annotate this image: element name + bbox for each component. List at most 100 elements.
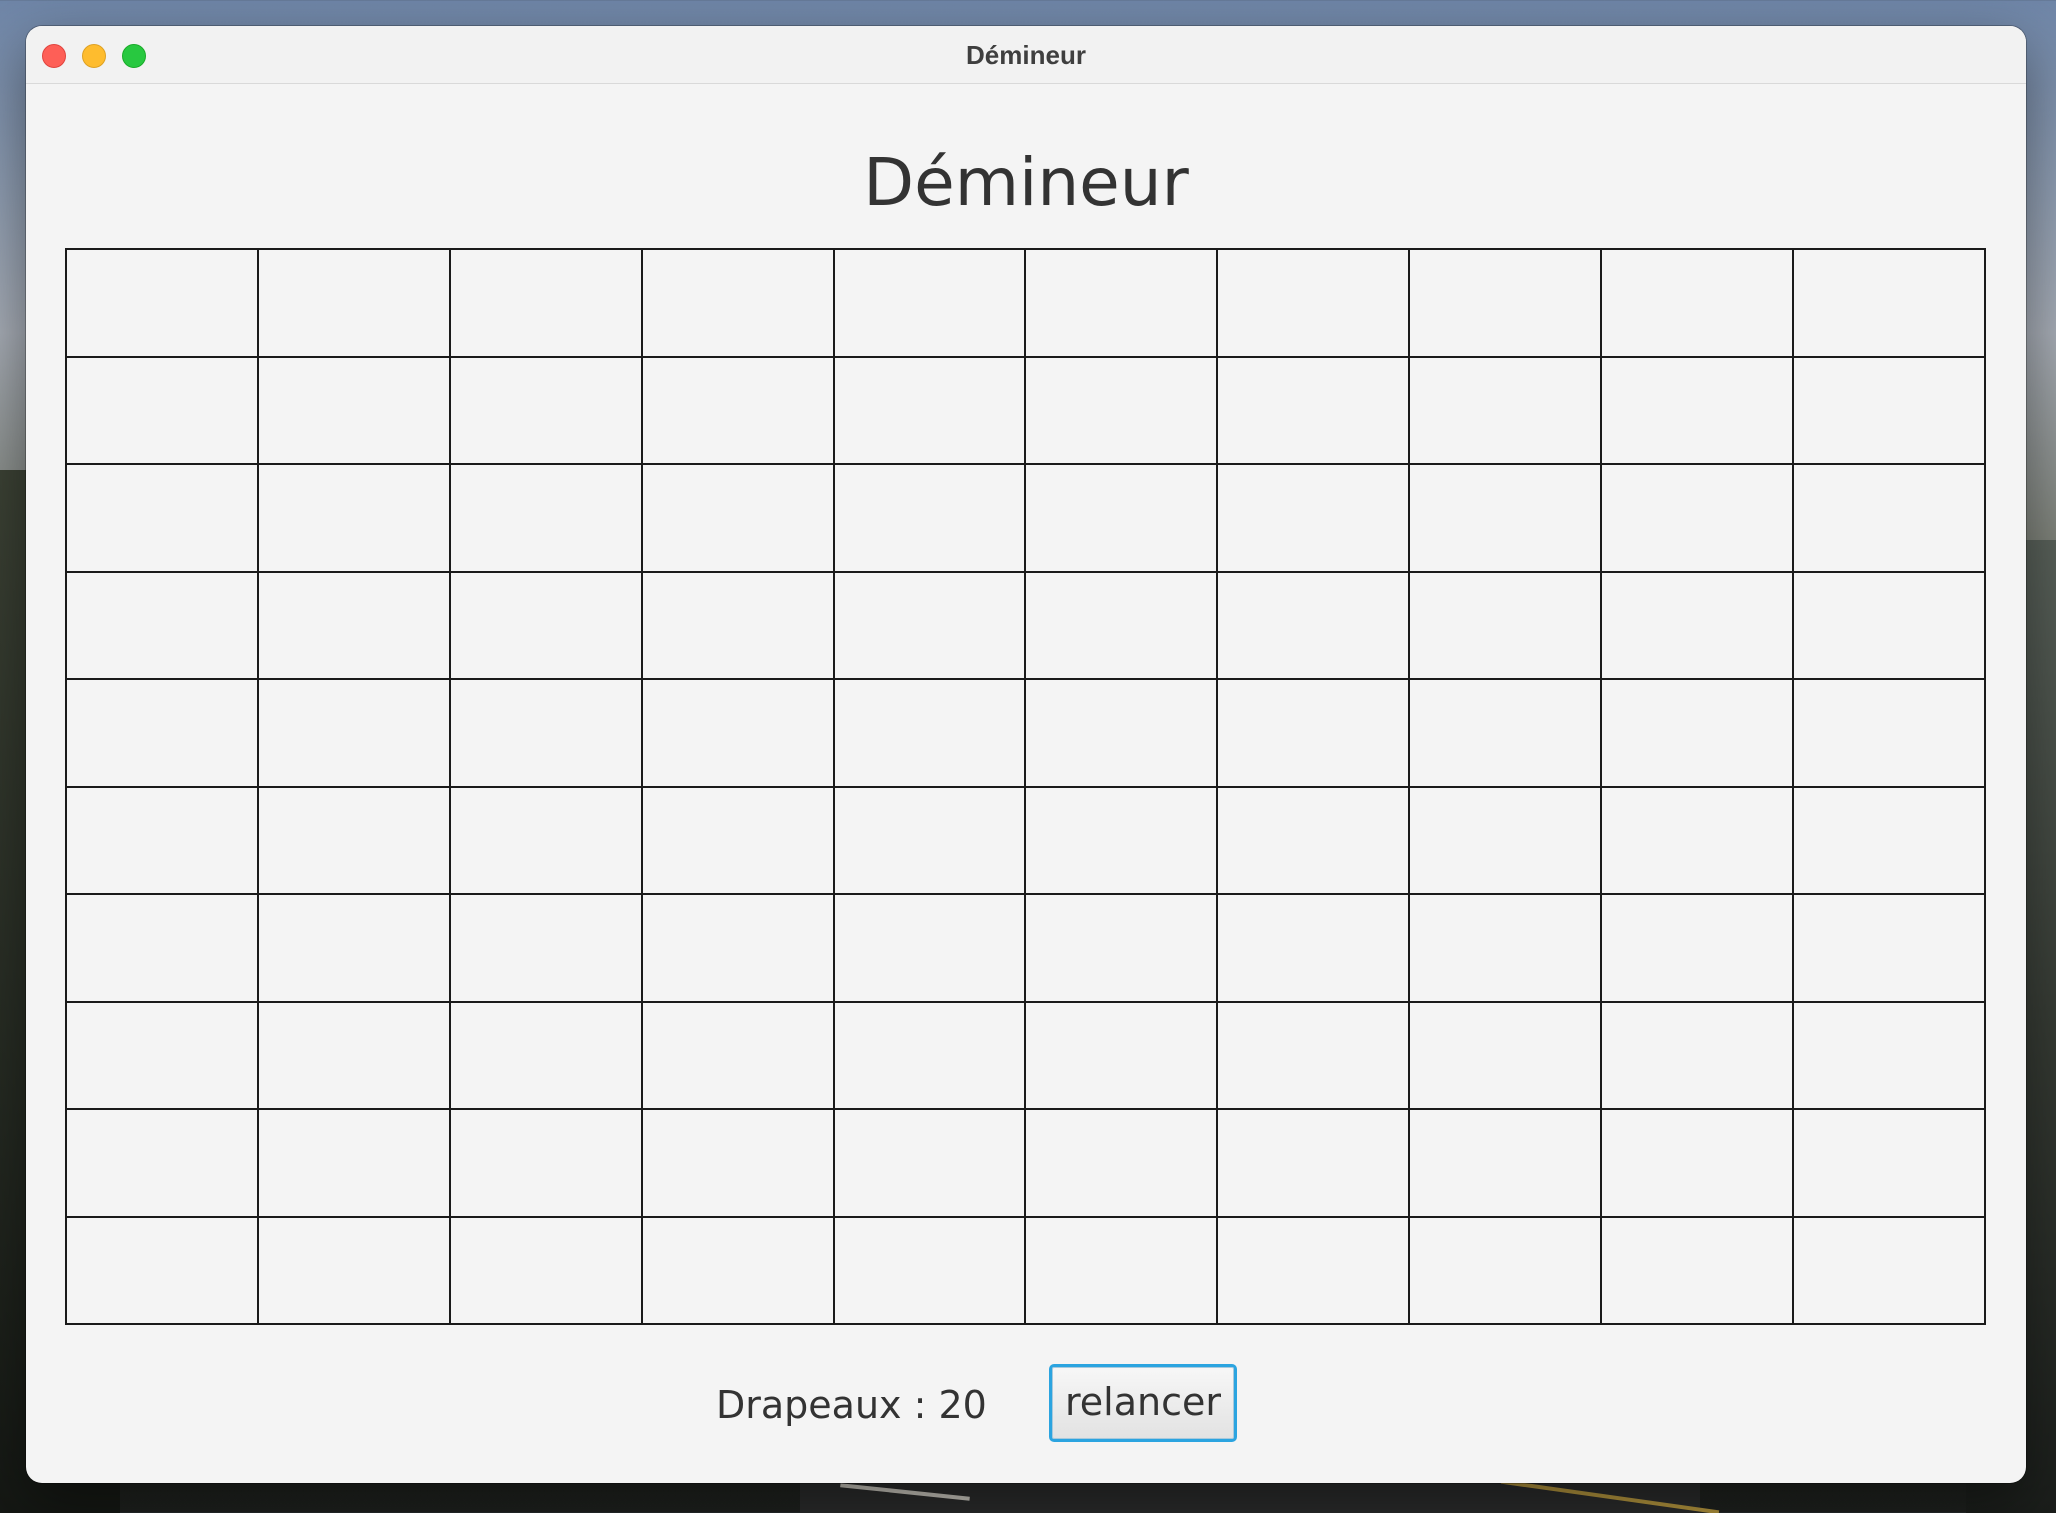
board-cell[interactable] [1602, 1002, 1795, 1110]
board-cell[interactable] [1602, 680, 1795, 788]
board-cell[interactable] [642, 1002, 835, 1110]
board-cell[interactable] [450, 357, 643, 465]
board-cell[interactable] [258, 357, 451, 465]
board-cell[interactable] [1218, 465, 1411, 573]
board-cell[interactable] [1218, 680, 1411, 788]
title-bar[interactable]: Démineur [26, 26, 2026, 84]
board-cell[interactable] [258, 572, 451, 680]
board-cell[interactable] [1410, 1002, 1603, 1110]
board-cell[interactable] [1794, 1217, 1986, 1325]
board-cell[interactable] [1410, 250, 1603, 358]
board-cell[interactable] [1602, 357, 1795, 465]
board-cell[interactable] [1026, 680, 1219, 788]
board-cell[interactable] [642, 680, 835, 788]
board-cell[interactable] [834, 250, 1027, 358]
board-cell[interactable] [1026, 465, 1219, 573]
board-cell[interactable] [258, 1110, 451, 1218]
board-cell[interactable] [1026, 895, 1219, 1003]
board-cell[interactable] [1794, 250, 1986, 358]
board-cell[interactable] [450, 1110, 643, 1218]
restart-button[interactable]: relancer [1049, 1364, 1237, 1442]
board-cell[interactable] [450, 250, 643, 358]
board-cell[interactable] [834, 572, 1027, 680]
board-cell[interactable] [450, 787, 643, 895]
board-cell[interactable] [1026, 572, 1219, 680]
board-cell[interactable] [834, 680, 1027, 788]
board-cell[interactable] [834, 465, 1027, 573]
board-cell[interactable] [834, 787, 1027, 895]
board-cell[interactable] [67, 895, 259, 1003]
board-cell[interactable] [1410, 465, 1603, 573]
board-cell[interactable] [1602, 465, 1795, 573]
board-cell[interactable] [450, 465, 643, 573]
board-cell[interactable] [1410, 572, 1603, 680]
board-cell[interactable] [1794, 1002, 1986, 1110]
board-cell[interactable] [1026, 1110, 1219, 1218]
board-cell[interactable] [642, 465, 835, 573]
board-cell[interactable] [834, 895, 1027, 1003]
board-cell[interactable] [258, 1217, 451, 1325]
board-cell[interactable] [1794, 895, 1986, 1003]
board-cell[interactable] [1794, 357, 1986, 465]
board-cell[interactable] [1026, 1217, 1219, 1325]
board-cell[interactable] [1410, 680, 1603, 788]
board-cell[interactable] [642, 357, 835, 465]
board-cell[interactable] [258, 787, 451, 895]
board-cell[interactable] [1794, 1110, 1986, 1218]
board-cell[interactable] [67, 787, 259, 895]
board-cell[interactable] [67, 1002, 259, 1110]
board-cell[interactable] [67, 1110, 259, 1218]
board-cell[interactable] [1410, 787, 1603, 895]
board-cell[interactable] [258, 1002, 451, 1110]
board-cell[interactable] [450, 680, 643, 788]
board-cell[interactable] [450, 1217, 643, 1325]
board-cell[interactable] [67, 465, 259, 573]
board-cell[interactable] [67, 357, 259, 465]
board-cell[interactable] [67, 680, 259, 788]
board-cell[interactable] [1218, 1110, 1411, 1218]
board-cell[interactable] [67, 250, 259, 358]
board-cell[interactable] [1794, 787, 1986, 895]
board-cell[interactable] [1794, 680, 1986, 788]
board-cell[interactable] [1026, 250, 1219, 358]
board-cell[interactable] [450, 895, 643, 1003]
board-cell[interactable] [834, 357, 1027, 465]
board-cell[interactable] [1218, 572, 1411, 680]
board-cell[interactable] [1218, 1217, 1411, 1325]
board-cell[interactable] [1410, 895, 1603, 1003]
board-cell[interactable] [1410, 1217, 1603, 1325]
board-cell[interactable] [1218, 357, 1411, 465]
board-cell[interactable] [1218, 787, 1411, 895]
board-cell[interactable] [642, 572, 835, 680]
board-cell[interactable] [1026, 357, 1219, 465]
board-cell[interactable] [1410, 1110, 1603, 1218]
board-cell[interactable] [1410, 357, 1603, 465]
board-cell[interactable] [1602, 787, 1795, 895]
board-cell[interactable] [258, 680, 451, 788]
board-cell[interactable] [1218, 895, 1411, 1003]
board-cell[interactable] [834, 1110, 1027, 1218]
board-cell[interactable] [1602, 572, 1795, 680]
board-cell[interactable] [67, 1217, 259, 1325]
board-cell[interactable] [642, 787, 835, 895]
board-cell[interactable] [834, 1002, 1027, 1110]
board-cell[interactable] [642, 1217, 835, 1325]
board-cell[interactable] [1794, 465, 1986, 573]
board-cell[interactable] [642, 895, 835, 1003]
board-cell[interactable] [1218, 1002, 1411, 1110]
board-cell[interactable] [258, 465, 451, 573]
board-cell[interactable] [67, 572, 259, 680]
board-cell[interactable] [450, 1002, 643, 1110]
board-cell[interactable] [258, 250, 451, 358]
board-cell[interactable] [1602, 1217, 1795, 1325]
board-cell[interactable] [1026, 1002, 1219, 1110]
board-cell[interactable] [1602, 1110, 1795, 1218]
board-cell[interactable] [1218, 250, 1411, 358]
board-cell[interactable] [450, 572, 643, 680]
board-cell[interactable] [1602, 895, 1795, 1003]
board-cell[interactable] [642, 1110, 835, 1218]
board-cell[interactable] [1026, 787, 1219, 895]
board-cell[interactable] [834, 1217, 1027, 1325]
board-cell[interactable] [1602, 250, 1795, 358]
board-cell[interactable] [1794, 572, 1986, 680]
